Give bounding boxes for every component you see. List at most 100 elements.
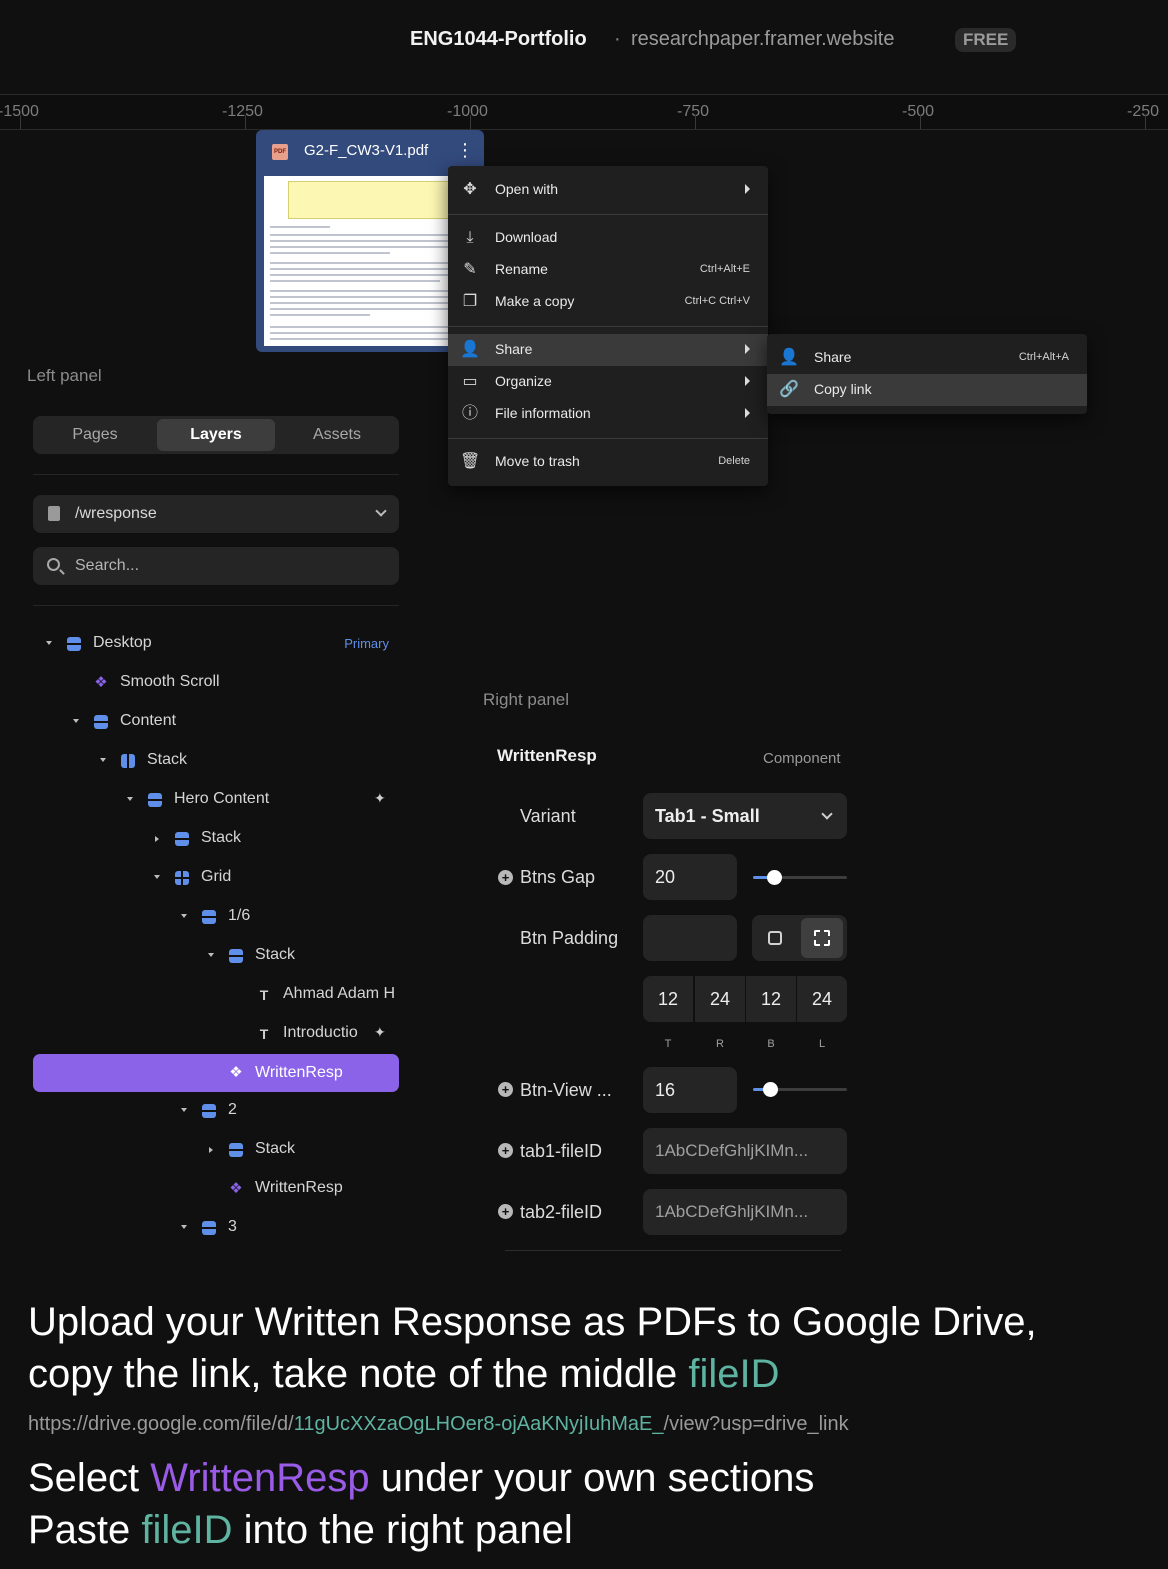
menu-item-rename[interactable]: ✎ Rename Ctrl+Alt+E [448, 254, 768, 286]
ruler-label: -1000 [447, 103, 488, 120]
instruction-line-2: copy the link, take note of the middle f… [28, 1352, 780, 1397]
layer-row-1-6[interactable]: 1/6 [33, 899, 399, 935]
slider-knob[interactable] [766, 870, 782, 885]
menu-item-share[interactable]: 👤 Share [448, 334, 768, 366]
btn-view-label: Btn-View ... [520, 1080, 612, 1100]
stack-icon [94, 715, 108, 729]
caret-right-icon[interactable] [155, 836, 159, 842]
menu-item-organize[interactable]: ▭ Organize [448, 366, 768, 398]
layer-row-smooth-scroll[interactable]: ❖ Smooth Scroll [33, 665, 399, 701]
page-select[interactable]: /wresponse [33, 495, 399, 533]
stack-icon [175, 832, 189, 846]
menu-item-make-copy[interactable]: ❐ Make a copy Ctrl+C Ctrl+V [448, 286, 768, 318]
caret-right-icon[interactable] [209, 1147, 213, 1153]
caret-down-icon[interactable] [208, 953, 214, 957]
layer-row-stack[interactable]: Stack [33, 821, 399, 857]
tab2-fileid-input[interactable]: 1AbCDefGhljKIMn... [643, 1189, 847, 1235]
left-panel-label: Left panel [27, 366, 102, 385]
plus-circle-icon[interactable]: + [498, 1082, 513, 1097]
caret-down-icon[interactable] [181, 914, 187, 918]
layer-row-hero-content[interactable]: Hero Content ✦ [33, 782, 399, 818]
layer-row-3[interactable]: 3 [33, 1210, 399, 1246]
layer-search[interactable] [33, 547, 399, 585]
menu-item-move-to-trash[interactable]: 🗑 Move to trash Delete [448, 446, 768, 478]
caret-down-icon[interactable] [181, 1225, 187, 1229]
menu-item-open-with[interactable]: ✥ Open with [448, 174, 768, 206]
trash-icon: 🗑 [460, 453, 481, 470]
layer-label: Hero Content [174, 790, 270, 807]
layer-label: 1/6 [228, 907, 251, 924]
layer-row-2[interactable]: 2 [33, 1093, 399, 1129]
padding-uniform-icon[interactable] [768, 931, 782, 945]
horizontal-stack-icon [121, 754, 135, 768]
plus-circle-icon[interactable]: + [498, 1204, 513, 1219]
person-add-icon: 👤 [460, 341, 480, 358]
component-icon: ❖ [229, 1064, 243, 1081]
layer-row-desktop[interactable]: Desktop Primary [33, 626, 399, 662]
layer-row-grid[interactable]: Grid [33, 860, 399, 896]
btn-view-value: 16 [655, 1080, 676, 1100]
btn-view-slider[interactable] [753, 1082, 847, 1097]
plus-circle-icon[interactable]: + [498, 870, 513, 885]
menu-item-file-information[interactable]: ⓘ File information [448, 398, 768, 430]
ruler-tick [695, 115, 696, 129]
instruction-line-4: Paste fileID into the right panel [28, 1508, 573, 1553]
project-name[interactable]: ENG1044-Portfolio [410, 28, 587, 51]
layer-row-text-name[interactable]: T Ahmad Adam H [33, 977, 399, 1013]
padding-individual-button[interactable] [801, 918, 843, 958]
menu-item-label: Copy link [814, 381, 872, 397]
caret-down-icon[interactable] [181, 1108, 187, 1112]
caret-down-icon[interactable] [100, 758, 106, 762]
plus-circle-icon[interactable]: + [498, 1143, 513, 1158]
variant-select[interactable]: Tab1 - Small [643, 793, 847, 839]
padding-right-input[interactable]: 24 [695, 976, 745, 1022]
variant-value: Tab1 - Small [655, 806, 760, 826]
pdf-thumbnail-line [270, 234, 466, 236]
pdf-thumbnail-line [270, 252, 390, 254]
submenu-item-copy-link[interactable]: 🔗 Copy link [767, 374, 1087, 406]
menu-shortcut: Ctrl+C Ctrl+V [684, 295, 750, 307]
padding-top-input[interactable]: 12 [643, 976, 693, 1022]
tab-pages[interactable]: Pages [36, 419, 154, 451]
pdf-filename: G2-F_CW3-V1.pdf [304, 142, 429, 159]
layer-row-stack[interactable]: Stack [33, 1132, 399, 1168]
layer-row-stack[interactable]: Stack [33, 938, 399, 974]
sparkle-icon[interactable]: ✦ [374, 790, 386, 807]
padding-side-label: B [767, 1038, 775, 1050]
btn-view-input[interactable]: 16 [643, 1067, 737, 1113]
layer-row-writtenresp[interactable]: ❖ WrittenResp [33, 1171, 399, 1207]
layer-row-stack[interactable]: Stack [33, 743, 399, 779]
padding-bottom-input[interactable]: 12 [746, 976, 796, 1022]
menu-item-label: File information [495, 405, 591, 421]
pdf-thumbnail-line [270, 280, 440, 282]
submenu-item-share[interactable]: 👤 Share Ctrl+Alt+A [767, 342, 1087, 374]
btns-gap-slider[interactable] [753, 870, 847, 885]
pdf-thumbnail [264, 176, 476, 346]
tab-assets[interactable]: Assets [278, 419, 396, 451]
caret-down-icon[interactable] [127, 797, 133, 801]
more-vert-icon[interactable]: ⋮ [456, 140, 474, 161]
menu-item-download[interactable]: ⤓ Download [448, 222, 768, 254]
pdf-thumbnail-line [270, 338, 466, 340]
btns-gap-input[interactable]: 20 [643, 854, 737, 900]
tab1-fileid-input[interactable]: 1AbCDefGhljKIMn... [643, 1128, 847, 1174]
layer-row-content[interactable]: Content [33, 704, 399, 740]
instruction-text: Select [28, 1456, 151, 1500]
pdf-thumbnail-line [270, 268, 458, 270]
search-input[interactable] [75, 547, 375, 585]
padding-left-input[interactable]: 24 [797, 976, 847, 1022]
sparkle-icon[interactable]: ✦ [374, 1024, 386, 1041]
caret-down-icon[interactable] [73, 719, 79, 723]
stack-icon [148, 793, 162, 807]
caret-down-icon[interactable] [154, 875, 160, 879]
layer-row-writtenresp-selected[interactable]: ❖ WrittenResp [33, 1054, 399, 1092]
btn-padding-input[interactable] [643, 915, 737, 961]
layer-row-text-introduction[interactable]: T Introductio ✦ [33, 1016, 399, 1052]
panel-tabs: Pages Layers Assets [33, 416, 399, 454]
caret-down-icon[interactable] [46, 641, 52, 645]
slider-knob[interactable] [762, 1082, 778, 1097]
pdf-thumbnail-line [270, 226, 330, 228]
ruler-label: -1250 [222, 103, 263, 120]
site-url[interactable]: researchpaper.framer.website [631, 28, 894, 51]
tab-layers[interactable]: Layers [157, 419, 275, 451]
